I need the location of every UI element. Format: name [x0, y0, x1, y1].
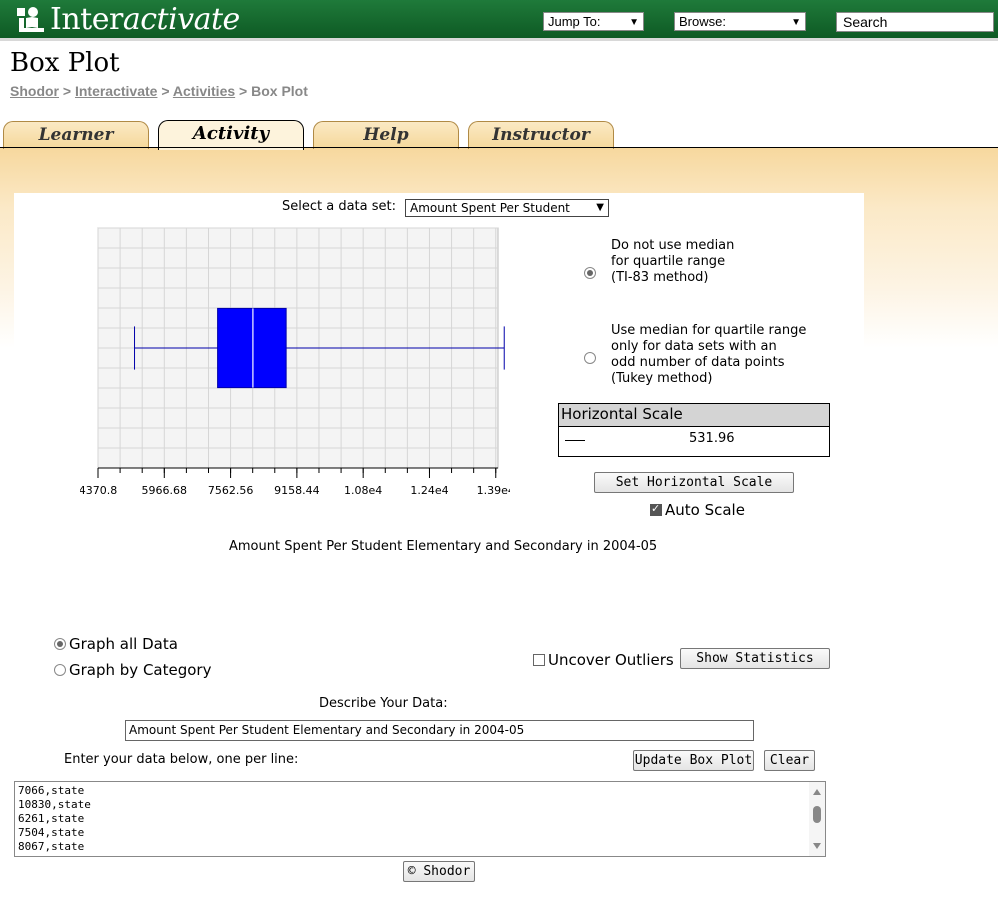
shodor-copyright-button[interactable]: © Shodor	[403, 861, 475, 882]
describe-data-label: Describe Your Data:	[319, 696, 448, 711]
ti83-method-line: (TI-83 method)	[611, 270, 709, 285]
clear-button[interactable]: Clear	[764, 750, 815, 771]
tick-label: 1.24e4	[410, 484, 448, 497]
jump-to-select[interactable]: Jump To: ▼	[543, 12, 644, 31]
breadcrumb-link-shodor[interactable]: Shodor	[10, 83, 59, 99]
browse-select[interactable]: Browse: ▼	[674, 12, 806, 31]
breadcrumb-link-activities[interactable]: Activities	[173, 83, 235, 99]
tab-help[interactable]: Help	[313, 121, 459, 149]
show-statistics-button[interactable]: Show Statistics	[680, 648, 830, 669]
reader-icon	[16, 4, 46, 34]
search-placeholder: Search	[843, 14, 888, 30]
horizontal-scale-box: Horizontal Scale 531.96	[558, 403, 830, 457]
top-bar: Interactivate Jump To: ▼ Browse: ▼ Searc…	[0, 0, 998, 41]
tukey-method-line: (Tukey method)	[611, 371, 713, 386]
uncover-outliers-checkbox[interactable]	[533, 654, 545, 666]
ti83-method-radio[interactable]	[584, 267, 596, 279]
tick-label: 4370.8	[80, 484, 117, 497]
scroll-thumb	[813, 806, 821, 823]
tab-learner[interactable]: Learner	[3, 121, 149, 149]
tick-label: 9158.44	[274, 484, 320, 497]
dataset-label: Select a data set:	[282, 199, 396, 214]
chart-caption: Amount Spent Per Student Elementary and …	[229, 539, 658, 554]
tukey-method-label: Use median for quartile range only for d…	[611, 323, 806, 387]
ti83-method-line: for quartile range	[611, 254, 726, 269]
chevron-down-icon: ▼	[629, 17, 639, 28]
dataset-select[interactable]: Amount Spent Per Student ▼	[405, 199, 609, 217]
breadcrumb-current: Box Plot	[251, 83, 308, 99]
data-textarea[interactable]: 7066,state 10830,state 6261,state 7504,s…	[14, 781, 826, 857]
scale-dash-icon	[565, 440, 585, 441]
horizontal-scale-value[interactable]: 531.96	[689, 431, 735, 446]
interactivate-logo[interactable]: Interactivate	[16, 1, 240, 37]
tukey-method-line: only for data sets with an	[611, 339, 777, 354]
tukey-method-line: Use median for quartile range	[611, 323, 807, 338]
data-line: 7504,state	[18, 826, 85, 839]
breadcrumb-separator: >	[157, 83, 173, 99]
graph-all-data-radio[interactable]	[54, 638, 66, 650]
auto-scale-label: Auto Scale	[665, 501, 745, 519]
data-line: 7066,state	[18, 784, 85, 797]
enter-data-label: Enter your data below, one per line:	[64, 752, 299, 767]
ti83-method-line: Do not use median	[611, 238, 735, 253]
graph-all-data-label: Graph all Data	[69, 635, 178, 653]
tab-activity[interactable]: Activity	[158, 120, 304, 150]
uncover-outliers-label: Uncover Outliers	[548, 651, 674, 669]
breadcrumb-separator: >	[235, 83, 252, 99]
tukey-method-line: odd number of data points	[611, 355, 785, 370]
breadcrumb-separator: >	[59, 83, 75, 99]
describe-data-input[interactable]: Amount Spent Per Student Elementary and …	[125, 720, 754, 741]
textarea-scrollbar[interactable]	[809, 782, 825, 856]
tick-label: 1.08e4	[344, 484, 382, 497]
data-line: 8067,state	[18, 840, 85, 853]
tick-label: 1.39e4	[477, 484, 510, 497]
dataset-select-value: Amount Spent Per Student	[410, 201, 570, 215]
horizontal-scale-title: Horizontal Scale	[559, 404, 829, 427]
set-horizontal-scale-button[interactable]: Set Horizontal Scale	[594, 472, 794, 493]
logo-text-suffix: activate	[122, 1, 240, 37]
quartile-box	[217, 307, 287, 389]
data-line: 10830,state	[18, 798, 91, 811]
ti83-method-label: Do not use median for quartile range (TI…	[611, 238, 734, 286]
browse-label: Browse:	[679, 14, 726, 29]
chevron-down-icon: ▼	[791, 17, 801, 28]
graph-by-category-label: Graph by Category	[69, 661, 212, 679]
auto-scale-checkbox[interactable]	[650, 502, 662, 516]
search-input[interactable]: Search	[836, 12, 994, 32]
jump-to-label: Jump To:	[548, 14, 601, 29]
breadcrumb-link-interactivate[interactable]: Interactivate	[75, 83, 157, 99]
tick-label: 5966.68	[142, 484, 188, 497]
scroll-up-icon	[813, 789, 821, 795]
breadcrumb: Shodor > Interactivate > Activities > Bo…	[10, 83, 308, 99]
tukey-method-radio[interactable]	[584, 352, 596, 364]
chevron-down-icon: ▼	[596, 202, 604, 213]
box-plot-chart: 4370.8 5966.68 7562.56 9158.44 1.08e4 1.24e4 1…	[80, 227, 510, 497]
page-title: Box Plot	[10, 48, 120, 78]
logo-text-prefix: Inter	[50, 1, 123, 37]
tick-label: 7562.56	[208, 484, 254, 497]
update-box-plot-button[interactable]: Update Box Plot	[633, 750, 754, 771]
tab-underline	[0, 147, 998, 148]
tab-instructor[interactable]: Instructor	[468, 121, 614, 149]
graph-by-category-radio[interactable]	[54, 664, 66, 676]
data-line: 6261,state	[18, 812, 85, 825]
scroll-down-icon	[813, 843, 821, 849]
